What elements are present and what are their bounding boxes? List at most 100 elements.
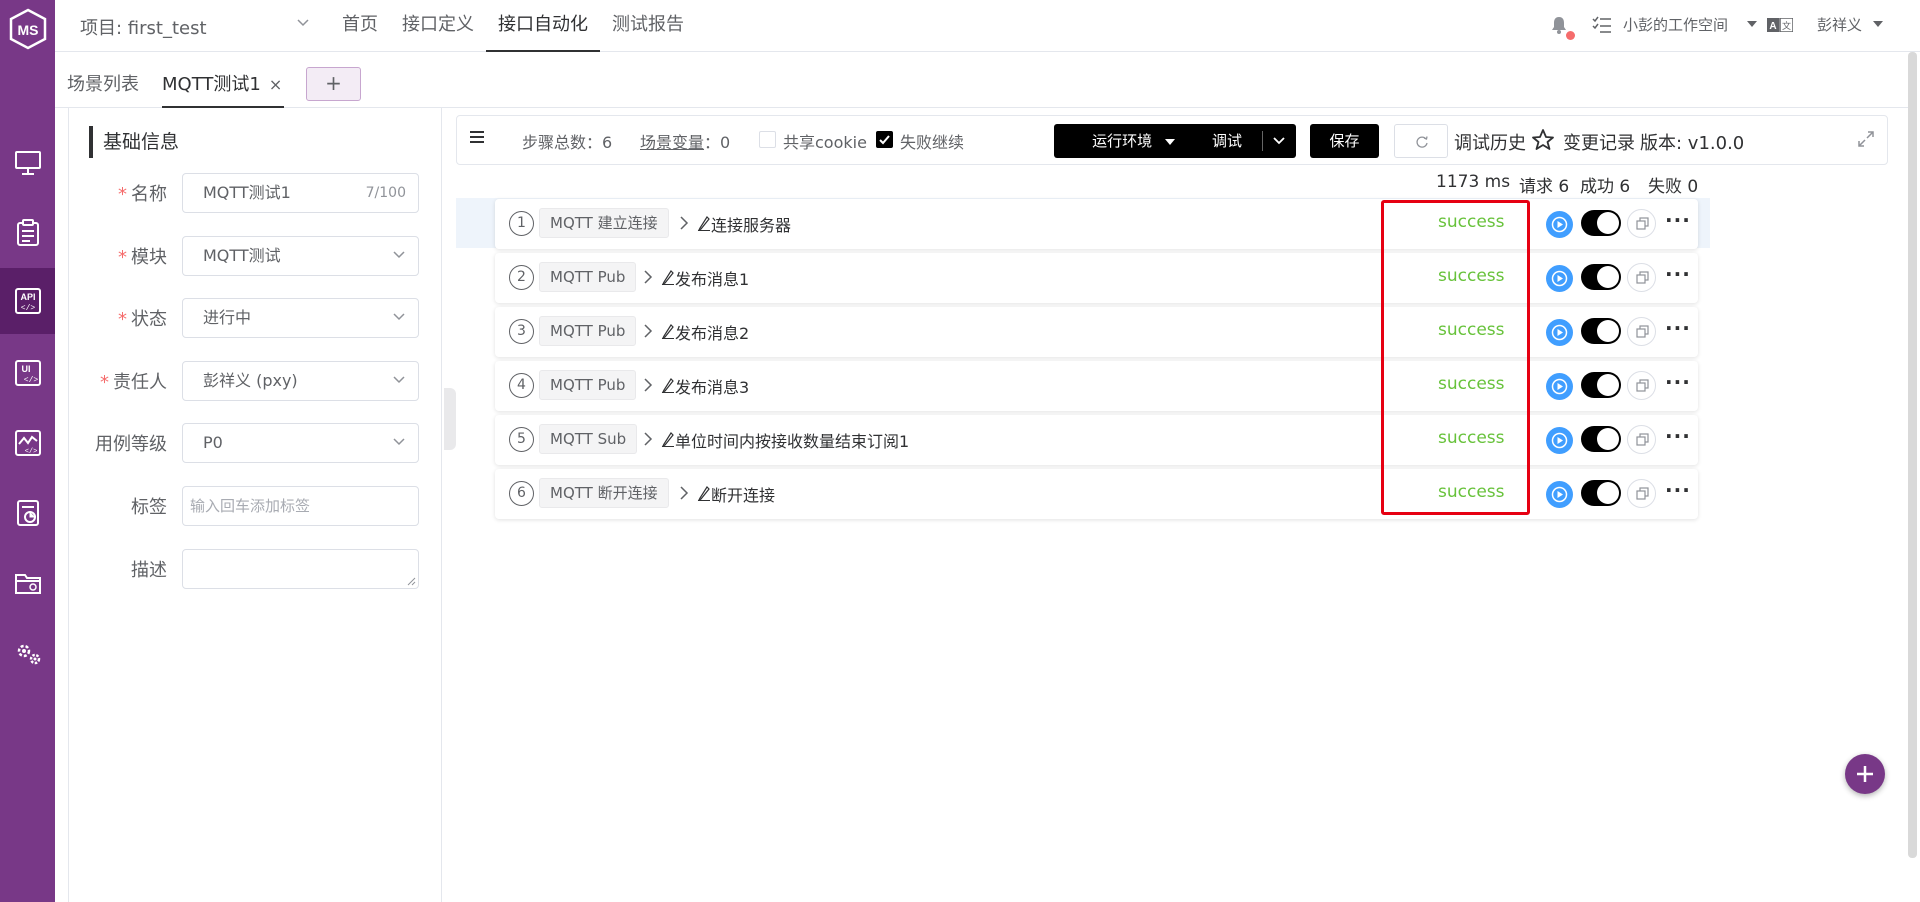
clipboard-icon (16, 219, 39, 246)
workspace-selector[interactable]: 小彭的工作空间 (1623, 14, 1728, 35)
close-icon[interactable]: × (269, 75, 282, 94)
debug-button[interactable]: 调试 (1192, 124, 1262, 158)
name-input[interactable]: MQTT测试1 7/100 (182, 173, 419, 213)
status-select[interactable]: 进行中 (182, 298, 419, 338)
step-enable-toggle[interactable] (1581, 372, 1621, 398)
edit-icon[interactable] (661, 377, 675, 393)
tab-mqtt-test1[interactable]: MQTT测试1 × (162, 70, 285, 108)
run-step-button[interactable] (1546, 373, 1573, 400)
chevron-right-icon[interactable] (643, 431, 653, 447)
copy-step-button[interactable] (1627, 209, 1656, 238)
copy-step-button[interactable] (1627, 479, 1656, 508)
add-step-button[interactable] (1845, 754, 1885, 794)
chevron-right-icon[interactable] (643, 269, 653, 285)
chevron-down-icon[interactable] (1272, 136, 1286, 146)
resize-handle-icon[interactable] (407, 577, 416, 586)
caret-down-icon[interactable] (1747, 20, 1757, 28)
copy-icon (1636, 379, 1649, 392)
rail-item-report[interactable] (0, 480, 55, 546)
steps-total: 步骤总数：6 (522, 133, 613, 152)
edit-icon[interactable] (661, 431, 675, 447)
copy-step-button[interactable] (1627, 425, 1656, 454)
run-step-button[interactable] (1546, 319, 1573, 346)
rail-item-ui[interactable]: UI </> (0, 340, 55, 406)
panel-collapse-handle[interactable] (444, 388, 456, 450)
more-icon[interactable]: ··· (1665, 210, 1691, 230)
desc-textarea[interactable] (182, 549, 419, 589)
step-enable-toggle[interactable] (1581, 318, 1621, 344)
add-tab-button[interactable]: + (306, 67, 361, 101)
rail-item-track[interactable] (0, 200, 55, 266)
step-enable-toggle[interactable] (1581, 210, 1621, 236)
step-name[interactable]: 发布消息3 (675, 374, 749, 398)
change-log-link[interactable]: 变更记录 (1563, 129, 1635, 155)
chevron-right-icon[interactable] (643, 323, 653, 339)
play-icon (1551, 216, 1568, 233)
bell-icon[interactable] (1550, 15, 1568, 35)
share-cookie-checkbox[interactable] (759, 131, 776, 148)
report-icon (16, 500, 39, 526)
module-select[interactable]: MQTT测试 (182, 236, 419, 276)
more-icon[interactable]: ··· (1665, 480, 1691, 500)
nav-api-definition[interactable]: 接口定义 (390, 0, 486, 52)
debug-history-link[interactable]: 调试历史 (1454, 129, 1526, 155)
project-selector[interactable]: 项目: first_test (80, 14, 310, 40)
step-enable-toggle[interactable] (1581, 264, 1621, 290)
run-step-button[interactable] (1546, 211, 1573, 238)
fail-continue-checkbox[interactable] (876, 131, 893, 148)
chevron-down-icon (393, 438, 405, 446)
chevron-right-icon[interactable] (679, 485, 689, 501)
star-icon[interactable] (1531, 128, 1555, 152)
nav-home[interactable]: 首页 (330, 0, 390, 52)
chevron-right-icon[interactable] (679, 215, 689, 231)
fullscreen-icon[interactable] (1857, 130, 1875, 148)
edit-icon[interactable] (697, 485, 711, 501)
copy-step-button[interactable] (1627, 371, 1656, 400)
step-enable-toggle[interactable] (1581, 426, 1621, 452)
version-label[interactable]: 版本: v1.0.0 (1640, 129, 1744, 155)
edit-icon[interactable] (661, 269, 675, 285)
run-step-button[interactable] (1546, 481, 1573, 508)
rail-item-settings[interactable] (0, 620, 55, 686)
more-icon[interactable]: ··· (1665, 426, 1691, 446)
more-icon[interactable]: ··· (1665, 318, 1691, 338)
nav-test-report[interactable]: 测试报告 (600, 0, 696, 52)
refresh-button[interactable] (1394, 124, 1448, 158)
step-name[interactable]: 单位时间内按接收数量结束订阅1 (675, 428, 909, 452)
owner-select[interactable]: 彭祥义 (pxy) (182, 361, 419, 401)
step-name[interactable]: 断开连接 (711, 482, 775, 506)
app-logo[interactable]: MS (7, 8, 49, 50)
step-name[interactable]: 连接服务器 (711, 212, 791, 236)
menu-icon[interactable] (469, 129, 485, 145)
run-step-button[interactable] (1546, 265, 1573, 292)
page-scrollbar[interactable] (1908, 52, 1917, 858)
rail-item-project[interactable] (0, 550, 55, 616)
language-icon[interactable]: A 文 (1767, 18, 1793, 32)
copy-step-button[interactable] (1627, 317, 1656, 346)
level-select[interactable]: P0 (182, 423, 419, 463)
more-icon[interactable]: ··· (1665, 372, 1691, 392)
user-menu[interactable]: 彭祥义 (1817, 14, 1862, 35)
more-icon[interactable]: ··· (1665, 264, 1691, 284)
nav-api-automation[interactable]: 接口自动化 (486, 0, 600, 52)
env-button[interactable]: 运行环境 (1054, 124, 1213, 158)
copy-step-button[interactable] (1627, 263, 1656, 292)
caret-down-icon[interactable] (1873, 20, 1883, 28)
edit-icon[interactable] (661, 323, 675, 339)
rail-item-workbench[interactable] (0, 130, 55, 196)
step-name[interactable]: 发布消息1 (675, 266, 749, 290)
tags-input[interactable]: 输入回车添加标签 (182, 486, 419, 526)
rail-item-performance[interactable]: </> (0, 410, 55, 476)
share-cookie-label: 共享cookie (783, 133, 867, 152)
step-name[interactable]: 发布消息2 (675, 320, 749, 344)
rail-item-api[interactable]: API </> (0, 268, 55, 334)
play-icon (1551, 324, 1568, 341)
scenario-vars[interactable]: 场景变量：0 (640, 129, 730, 153)
run-step-button[interactable] (1546, 427, 1573, 454)
tab-scenario-list[interactable]: 场景列表 (67, 70, 139, 108)
status-label: * 状态 (118, 309, 167, 330)
step-enable-toggle[interactable] (1581, 480, 1621, 506)
chevron-right-icon[interactable] (643, 377, 653, 393)
edit-icon[interactable] (697, 215, 711, 231)
save-button[interactable]: 保存 (1310, 124, 1379, 158)
